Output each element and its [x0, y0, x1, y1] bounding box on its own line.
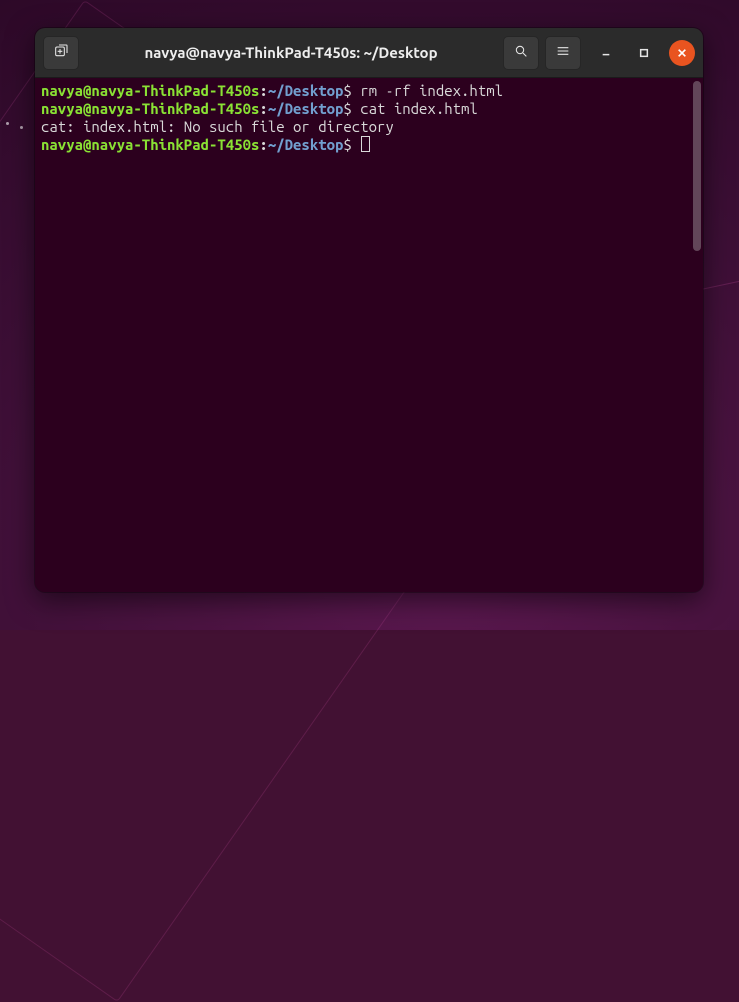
close-icon: [677, 44, 687, 62]
titlebar[interactable]: navya@navya-ThinkPad-T450s: ~/Desktop: [35, 28, 703, 78]
menu-button[interactable]: [545, 36, 581, 70]
terminal-line-output: cat: index.html: No such file or directo…: [41, 118, 699, 136]
terminal-body[interactable]: navya@navya-ThinkPad-T450s:~/Desktop$ rm…: [35, 78, 703, 592]
hamburger-icon: [555, 43, 571, 63]
cursor: [361, 136, 370, 152]
new-tab-button[interactable]: [43, 36, 79, 70]
terminal-line-command: navya@navya-ThinkPad-T450s:~/Desktop$ rm…: [41, 82, 699, 100]
search-icon: [513, 43, 529, 63]
terminal-line-command: navya@navya-ThinkPad-T450s:~/Desktop$ ca…: [41, 100, 699, 118]
new-tab-icon: [53, 43, 69, 63]
wallpaper-dot: [20, 126, 23, 129]
minimize-button[interactable]: [593, 40, 619, 66]
maximize-icon: [639, 44, 649, 62]
scrollbar-thumb[interactable]: [693, 81, 701, 251]
close-button[interactable]: [669, 40, 695, 66]
minimize-icon: [601, 44, 611, 62]
terminal-window: navya@navya-ThinkPad-T450s: ~/Desktop: [35, 28, 703, 592]
maximize-button[interactable]: [631, 40, 657, 66]
terminal-line-command: navya@navya-ThinkPad-T450s:~/Desktop$: [41, 136, 699, 154]
terminal-output: navya@navya-ThinkPad-T450s:~/Desktop$ rm…: [41, 82, 699, 154]
window-title: navya@navya-ThinkPad-T450s: ~/Desktop: [85, 44, 497, 61]
search-button[interactable]: [503, 36, 539, 70]
wallpaper-dot: [6, 122, 9, 125]
